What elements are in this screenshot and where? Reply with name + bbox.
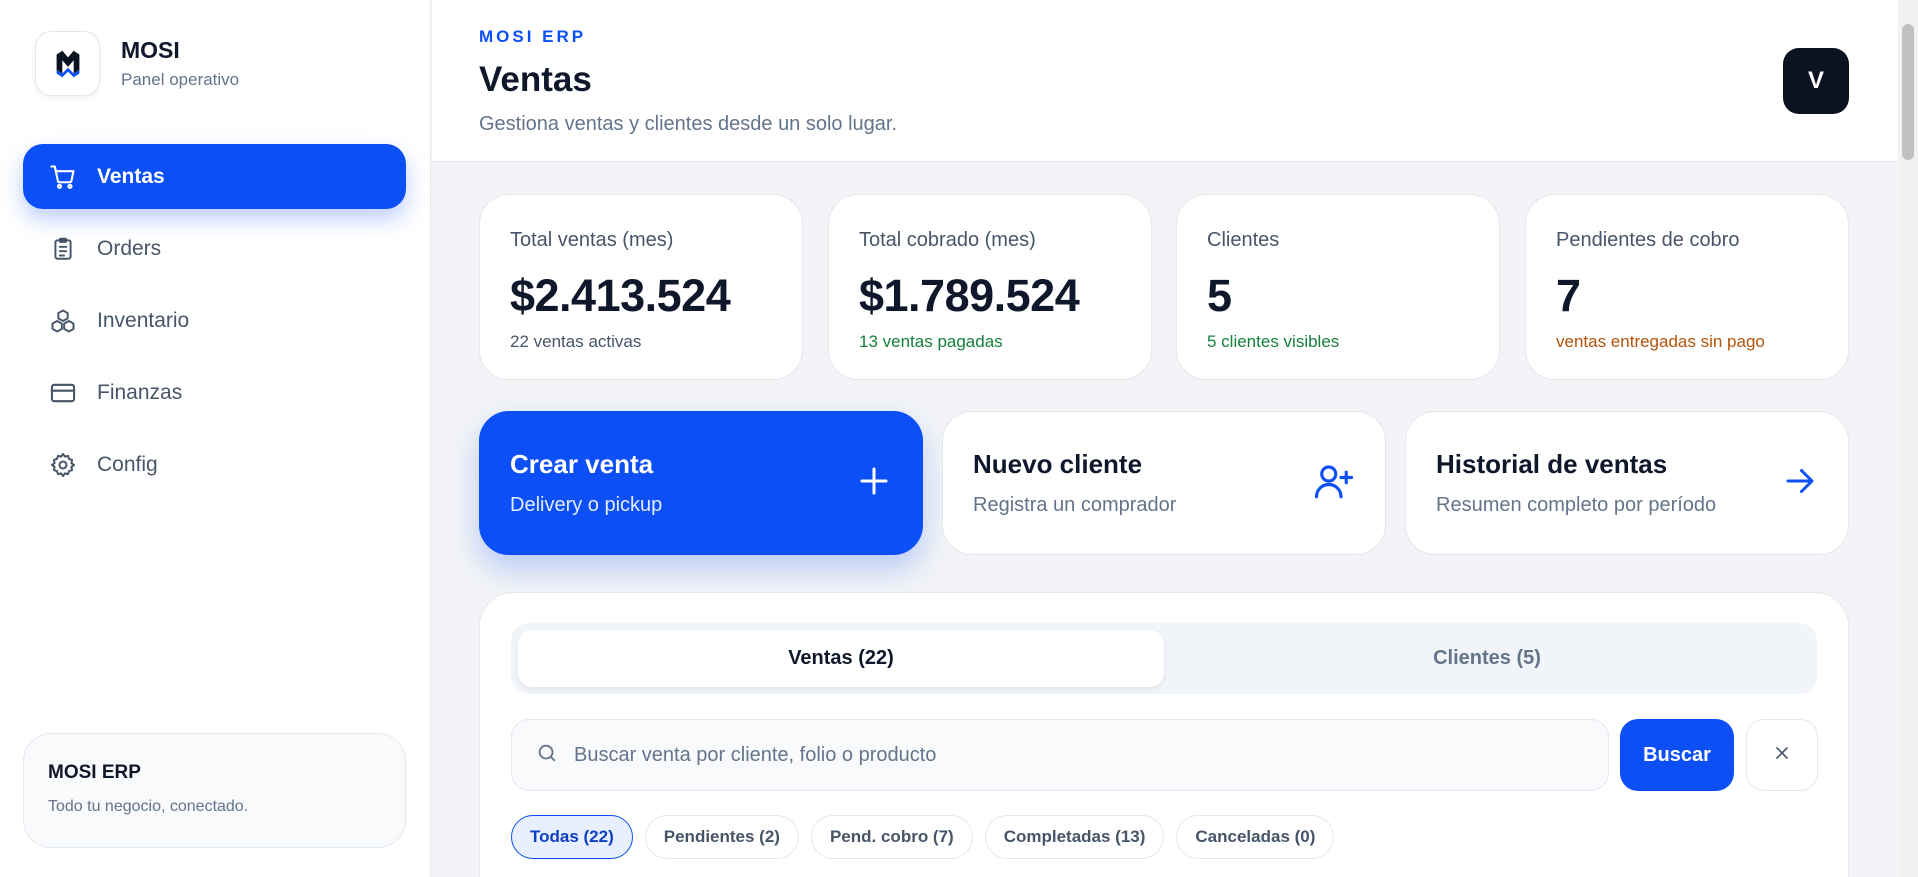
tab-clientes[interactable]: Clientes (5) bbox=[1164, 630, 1810, 687]
sidebar-item-label: Inventario bbox=[97, 308, 190, 332]
stat-card-total-ventas: Total ventas (mes) $2.413.524 22 ventas … bbox=[479, 194, 803, 380]
stat-label: Clientes bbox=[1207, 229, 1280, 251]
action-subtitle: Delivery o pickup bbox=[510, 494, 663, 516]
sidebar-item-label: Ventas bbox=[97, 164, 165, 188]
action-title: Nuevo cliente bbox=[973, 449, 1143, 479]
create-sale-button[interactable]: Crear venta Delivery o pickup bbox=[479, 411, 923, 555]
clear-search-button[interactable] bbox=[1746, 719, 1818, 791]
arrow-right-icon bbox=[1782, 463, 1818, 504]
stat-value: 5 bbox=[1207, 270, 1232, 321]
sidebar-item-label: Orders bbox=[97, 236, 162, 260]
action-subtitle: Registra un comprador bbox=[973, 494, 1177, 516]
sidebar-footer-title: MOSI ERP bbox=[48, 762, 141, 783]
gear-icon bbox=[48, 450, 78, 480]
page-scrollbar[interactable] bbox=[1898, 0, 1918, 877]
stat-value: $1.789.524 bbox=[859, 270, 1080, 321]
sidebar: MOSI Panel operativo Ventas Orders Inven… bbox=[0, 0, 431, 877]
filter-chip-todas[interactable]: Todas (22) bbox=[511, 815, 633, 859]
stat-card-total-cobrado: Total cobrado (mes) $1.789.524 13 ventas… bbox=[828, 194, 1152, 380]
status-filters: Todas (22) Pendientes (2) Pend. cobro (7… bbox=[511, 815, 1346, 859]
sidebar-footer-card: MOSI ERP Todo tu negocio, conectado. bbox=[23, 733, 406, 848]
sidebar-item-orders[interactable]: Orders bbox=[23, 216, 406, 281]
header-eyebrow: MOSI ERP bbox=[479, 27, 587, 46]
sidebar-item-label: Finanzas bbox=[97, 380, 183, 404]
stat-note: 13 ventas pagadas bbox=[859, 332, 1003, 351]
sidebar-item-inventario[interactable]: Inventario bbox=[23, 288, 406, 353]
search-input[interactable] bbox=[574, 743, 1574, 767]
brand-name: MOSI bbox=[121, 37, 180, 63]
user-plus-icon bbox=[1313, 460, 1355, 507]
stat-card-clientes: Clientes 5 5 clientes visibles bbox=[1176, 194, 1500, 380]
stat-note: 5 clientes visibles bbox=[1207, 332, 1340, 351]
sidebar-item-label: Config bbox=[97, 452, 158, 476]
page-header: MOSI ERP Ventas Gestiona ventas y client… bbox=[432, 0, 1898, 162]
stat-label: Total cobrado (mes) bbox=[859, 229, 1036, 251]
mosi-logo-icon bbox=[35, 31, 100, 96]
cart-icon bbox=[48, 162, 78, 192]
tabs: Ventas (22) Clientes (5) bbox=[511, 623, 1817, 694]
stat-label: Total ventas (mes) bbox=[510, 229, 674, 251]
filter-chip-canceladas[interactable]: Canceladas (0) bbox=[1176, 815, 1335, 859]
filter-chip-completadas[interactable]: Completadas (13) bbox=[984, 815, 1165, 859]
sales-history-button[interactable]: Historial de ventas Resumen completo por… bbox=[1405, 411, 1849, 555]
sidebar-item-finanzas[interactable]: Finanzas bbox=[23, 360, 406, 425]
stat-card-pendientes-cobro: Pendientes de cobro 7 ventas entregadas … bbox=[1525, 194, 1849, 380]
credit-card-icon bbox=[48, 378, 78, 408]
stat-value: 7 bbox=[1556, 270, 1581, 321]
search-icon bbox=[536, 742, 558, 769]
page-subtitle: Gestiona ventas y clientes desde un solo… bbox=[479, 113, 898, 135]
sidebar-nav: Ventas Orders Inventario Finanzas Config bbox=[23, 144, 406, 504]
stat-label: Pendientes de cobro bbox=[1556, 229, 1740, 251]
page-title: Ventas bbox=[479, 60, 592, 99]
action-title: Historial de ventas bbox=[1436, 449, 1668, 479]
boxes-icon bbox=[48, 306, 78, 336]
brand[interactable]: MOSI Panel operativo bbox=[35, 31, 239, 96]
close-icon bbox=[1772, 743, 1792, 768]
filter-chip-pendientes[interactable]: Pendientes (2) bbox=[644, 815, 799, 859]
plus-icon bbox=[856, 463, 892, 504]
stat-note: ventas entregadas sin pago bbox=[1556, 332, 1765, 351]
search-button[interactable]: Buscar bbox=[1620, 719, 1734, 791]
sidebar-item-config[interactable]: Config bbox=[23, 432, 406, 497]
filter-chip-pend-cobro[interactable]: Pend. cobro (7) bbox=[810, 815, 973, 859]
sidebar-item-ventas[interactable]: Ventas bbox=[23, 144, 406, 209]
action-subtitle: Resumen completo por período bbox=[1436, 494, 1717, 516]
brand-subtitle: Panel operativo bbox=[121, 70, 240, 89]
tab-ventas[interactable]: Ventas (22) bbox=[518, 630, 1164, 687]
avatar[interactable]: V bbox=[1783, 48, 1849, 114]
stat-value: $2.413.524 bbox=[510, 270, 731, 321]
action-title: Crear venta bbox=[510, 449, 654, 479]
clipboard-icon bbox=[48, 234, 78, 264]
scrollbar-thumb[interactable] bbox=[1902, 24, 1914, 160]
new-client-button[interactable]: Nuevo cliente Registra un comprador bbox=[942, 411, 1386, 555]
stat-note: 22 ventas activas bbox=[510, 332, 642, 351]
sidebar-footer-subtitle: Todo tu negocio, conectado. bbox=[48, 798, 249, 815]
sales-panel: Ventas (22) Clientes (5) Buscar Todas (2… bbox=[479, 592, 1849, 877]
search-box bbox=[511, 719, 1609, 791]
